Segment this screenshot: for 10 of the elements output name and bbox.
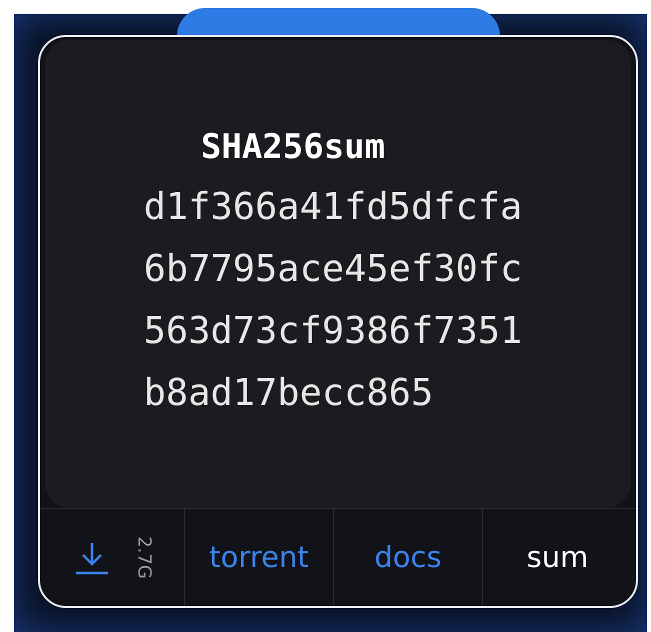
hash-line: 563d73cf9386f7351	[144, 309, 522, 353]
tab-link[interactable]: docs	[334, 509, 483, 606]
hash-line: 6b7795ace45ef30fc	[144, 247, 522, 291]
hash-line: d1f366a41fd5dfcfa	[144, 185, 522, 229]
tab-link[interactable]: sum	[483, 509, 632, 606]
download-icon[interactable]	[74, 540, 110, 574]
file-size: 2.7G	[132, 535, 156, 581]
tab-link[interactable]: torrent	[185, 509, 334, 606]
hash-line: b8ad17becc865	[144, 371, 434, 415]
hash-title: SHA256sum	[200, 126, 386, 169]
